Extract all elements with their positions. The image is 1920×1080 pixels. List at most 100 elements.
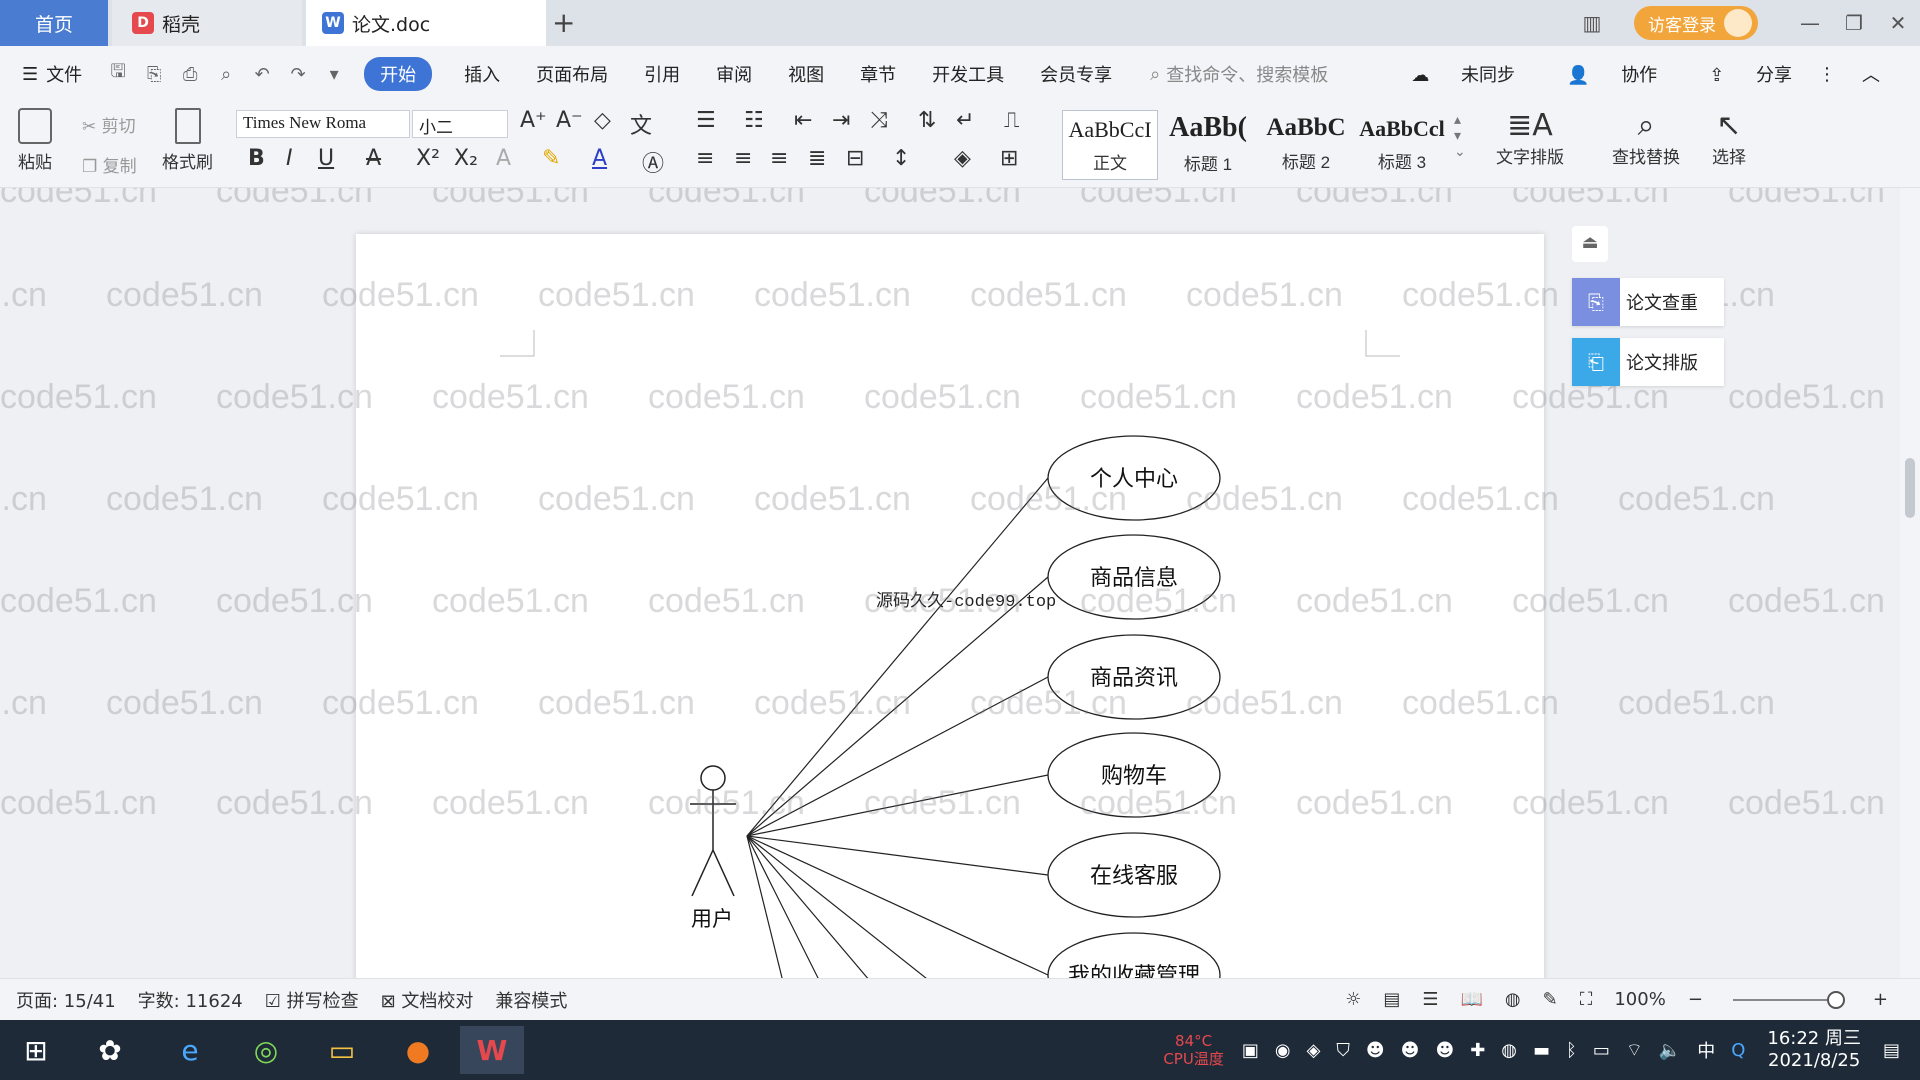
- ime-icon[interactable]: Q: [1731, 1040, 1745, 1061]
- menu-references[interactable]: 引用: [626, 61, 698, 87]
- tab-home[interactable]: 首页: [0, 0, 108, 46]
- styles-scroll-icon[interactable]: ▴ ▾ ⌄: [1454, 112, 1466, 160]
- text-direction-icon[interactable]: ⤨: [870, 108, 888, 133]
- save-icon[interactable]: 🖫: [100, 59, 136, 89]
- menu-member[interactable]: 会员专享: [1022, 61, 1130, 87]
- increase-indent-icon[interactable]: ⇥: [832, 108, 850, 133]
- numbered-list-icon[interactable]: ☷: [744, 108, 764, 133]
- zoom-level[interactable]: 100%: [1614, 989, 1665, 1010]
- export-icon[interactable]: ⎘: [136, 64, 172, 85]
- shrink-font-icon[interactable]: A⁻: [556, 108, 583, 133]
- clock[interactable]: 16:22 周三 2021/8/25: [1767, 1028, 1861, 1072]
- battery-icon[interactable]: ▭: [1593, 1040, 1610, 1061]
- ie-browser-icon[interactable]: e: [158, 1026, 222, 1074]
- customize-dropdown-icon[interactable]: ▾: [316, 64, 352, 85]
- collapse-panel-icon[interactable]: ⏏: [1572, 226, 1608, 262]
- grow-font-icon[interactable]: A⁺: [520, 108, 547, 133]
- borders-icon[interactable]: ⊞: [1000, 146, 1018, 171]
- menu-file[interactable]: ☰ 文件: [0, 61, 100, 87]
- zoom-out-icon[interactable]: −: [1688, 989, 1703, 1010]
- sort-icon[interactable]: ⇅: [918, 108, 936, 133]
- start-icon[interactable]: ⊞: [4, 1026, 68, 1074]
- highlight-icon[interactable]: ✎: [542, 146, 560, 171]
- align-right-icon[interactable]: ≡: [770, 146, 788, 171]
- menu-page-layout[interactable]: 页面布局: [518, 61, 626, 87]
- write-view-icon[interactable]: ✎: [1543, 989, 1558, 1010]
- shading-icon[interactable]: ◈: [954, 146, 971, 171]
- page-view-icon[interactable]: ▤: [1383, 989, 1400, 1010]
- text-layout-button[interactable]: ≣A 文字排版: [1496, 108, 1564, 168]
- paste-button[interactable]: 粘贴: [18, 108, 52, 173]
- menu-view[interactable]: 视图: [770, 61, 842, 87]
- reading-view-icon[interactable]: 📖: [1461, 989, 1483, 1010]
- input-method-indicator[interactable]: 中: [1697, 1037, 1715, 1063]
- align-center-icon[interactable]: ≡: [734, 146, 752, 171]
- redo-icon[interactable]: ↷: [280, 64, 316, 85]
- font-color-icon[interactable]: A: [592, 146, 607, 171]
- menu-developer[interactable]: 开发工具: [914, 61, 1022, 87]
- word-count[interactable]: 字数: 11624: [138, 987, 243, 1013]
- line-spacing-icon[interactable]: ↕: [892, 146, 910, 171]
- find-replace-button[interactable]: ⌕ 查找替换: [1612, 108, 1680, 168]
- green-browser-icon[interactable]: ◎: [234, 1026, 298, 1074]
- phonetic-icon[interactable]: 文: [630, 108, 652, 140]
- undo-icon[interactable]: ↶: [244, 64, 280, 85]
- notification-icon[interactable]: ▤: [1883, 1040, 1900, 1061]
- bold-icon[interactable]: B: [248, 146, 265, 171]
- scrollbar-thumb[interactable]: [1905, 458, 1915, 518]
- page-indicator[interactable]: 页面: 15/41: [16, 987, 116, 1013]
- format-painter-button[interactable]: 格式刷: [162, 108, 213, 173]
- tray-app-icon[interactable]: ◈: [1307, 1040, 1321, 1061]
- text-effect-icon[interactable]: A: [496, 146, 511, 171]
- print-icon[interactable]: ⎙: [172, 64, 208, 85]
- tab-daoke[interactable]: D 稻壳: [112, 0, 302, 46]
- decrease-indent-icon[interactable]: ⇤: [794, 108, 812, 133]
- style-normal[interactable]: AaBbCcI 正文: [1062, 110, 1158, 180]
- vertical-scrollbar[interactable]: [1900, 188, 1920, 978]
- collapse-ribbon-icon[interactable]: ︿: [1862, 61, 1880, 87]
- tray-app-icon[interactable]: ◍: [1501, 1040, 1517, 1061]
- distributed-icon[interactable]: ⊟: [846, 146, 864, 171]
- menu-review[interactable]: 审阅: [698, 61, 770, 87]
- subscript-icon[interactable]: X₂: [454, 146, 478, 171]
- zoom-slider[interactable]: [1732, 990, 1845, 1009]
- font-size-select[interactable]: 小二: [412, 110, 508, 138]
- tab-document[interactable]: W 论文.doc: [306, 0, 546, 46]
- paper-layout-button[interactable]: ⎗ 论文排版: [1572, 338, 1724, 386]
- cut-button[interactable]: ✂ 剪切: [82, 112, 136, 137]
- more-icon[interactable]: ⋮: [1818, 64, 1836, 85]
- outline-view-icon[interactable]: ☰: [1422, 989, 1438, 1010]
- tray-app-icon[interactable]: ◉: [1275, 1040, 1291, 1061]
- wifi-icon[interactable]: ⌔: [1626, 1039, 1643, 1062]
- zoom-in-icon[interactable]: +: [1873, 989, 1888, 1010]
- qq-icon[interactable]: ☻: [1366, 1040, 1385, 1061]
- italic-icon[interactable]: I: [286, 146, 293, 171]
- justify-icon[interactable]: ≣: [808, 146, 826, 171]
- shield-icon[interactable]: ⛉: [1336, 1040, 1350, 1061]
- select-button[interactable]: ↖ 选择: [1712, 108, 1746, 168]
- gpu-icon[interactable]: ▬: [1533, 1040, 1550, 1061]
- menu-start[interactable]: 开始: [364, 57, 433, 91]
- clear-format-icon[interactable]: ◇: [594, 108, 611, 133]
- eye-protect-icon[interactable]: ☼: [1345, 989, 1361, 1010]
- restore-icon[interactable]: ❐: [1832, 11, 1876, 35]
- minimize-icon[interactable]: —: [1788, 11, 1832, 35]
- layout-toggle-icon[interactable]: ▥: [1570, 11, 1614, 35]
- share-button[interactable]: ⇪ 分享: [1683, 61, 1792, 87]
- new-tab-button[interactable]: +: [552, 6, 575, 39]
- file-explorer-icon[interactable]: ▭: [310, 1026, 374, 1074]
- pinwheel-app-icon[interactable]: ✿: [78, 1026, 142, 1074]
- qq-icon[interactable]: ☻: [1435, 1040, 1454, 1061]
- close-icon[interactable]: ✕: [1876, 11, 1920, 35]
- game-app-icon[interactable]: ●: [386, 1026, 450, 1074]
- collab-button[interactable]: 👤 协作: [1541, 61, 1657, 87]
- qq-icon[interactable]: ☻: [1401, 1040, 1420, 1061]
- copy-button[interactable]: ❐ 复制: [82, 152, 137, 177]
- menu-insert[interactable]: 插入: [446, 61, 518, 87]
- bullet-list-icon[interactable]: ☰: [696, 108, 716, 133]
- char-border-icon[interactable]: Ⓐ: [642, 146, 664, 178]
- document-page[interactable]: 个人中心 商品信息 商品资讯 购物车 在线客服 我的收藏管理 用户 源码久久-code99…: [356, 234, 1544, 978]
- superscript-icon[interactable]: X²: [416, 146, 440, 171]
- menu-chapter[interactable]: 章节: [842, 61, 914, 87]
- style-heading-2[interactable]: AaBbC 标题 2: [1258, 110, 1354, 180]
